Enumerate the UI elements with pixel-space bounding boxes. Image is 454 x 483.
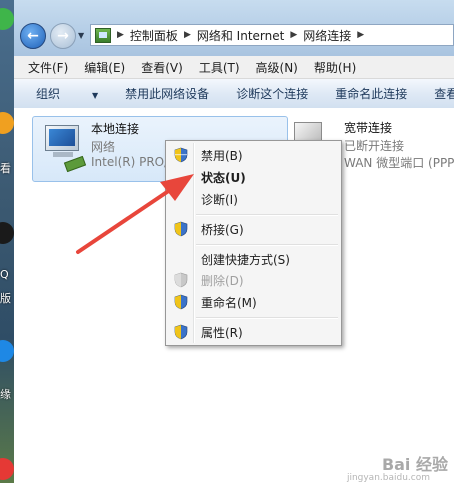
arrow-right-icon: → bbox=[57, 28, 69, 44]
desktop-icon bbox=[0, 458, 14, 480]
menu-item-diagnose[interactable]: 诊断(I) bbox=[168, 188, 339, 210]
menu-separator bbox=[196, 244, 338, 246]
desktop-label: 看 bbox=[0, 162, 11, 175]
chevron-right-icon[interactable]: ▶ bbox=[357, 30, 364, 40]
chevron-right-icon[interactable]: ▶ bbox=[117, 30, 124, 40]
menu-item-label: 删除(D) bbox=[201, 273, 244, 288]
desktop-strip: 看 Q 版 缘 bbox=[0, 0, 14, 483]
menu-edit[interactable]: 编辑(E) bbox=[84, 59, 125, 76]
connection-name: 宽带连接 bbox=[344, 121, 393, 135]
uac-shield-icon bbox=[174, 294, 188, 310]
uac-shield-icon bbox=[174, 221, 188, 237]
organize-button[interactable]: 组织 ▼ bbox=[36, 85, 98, 102]
view-status-button[interactable]: 查看此 bbox=[434, 85, 454, 102]
connection-status: 网络 bbox=[91, 140, 116, 154]
menu-item-label: 属性(R) bbox=[201, 325, 243, 340]
menu-tools[interactable]: 工具(T) bbox=[199, 59, 240, 76]
arrow-left-icon: ← bbox=[27, 28, 39, 44]
menu-item-label: 禁用(B) bbox=[201, 148, 243, 163]
breadcrumb-control-panel[interactable]: 控制面板 bbox=[130, 27, 178, 44]
desktop-icon bbox=[0, 8, 14, 30]
breadcrumb-network-connections[interactable]: 网络连接 bbox=[303, 27, 351, 44]
connection-device: WAN 微型端口 (PPP bbox=[344, 156, 454, 170]
menu-advanced[interactable]: 高级(N) bbox=[256, 59, 298, 76]
menu-help[interactable]: 帮助(H) bbox=[314, 59, 356, 76]
command-bar: 组织 ▼ 禁用此网络设备 诊断这个连接 重命名此连接 查看此 bbox=[14, 79, 454, 109]
chevron-down-icon: ▼ bbox=[92, 91, 99, 100]
uac-shield-icon bbox=[174, 147, 188, 163]
network-adapter-icon bbox=[39, 123, 89, 177]
connection-status: 已断开连接 bbox=[344, 139, 405, 153]
menu-view[interactable]: 查看(V) bbox=[141, 59, 183, 76]
menu-item-status[interactable]: 状态(U) bbox=[168, 166, 339, 188]
title-bar: ← → ▼ ▶ 控制面板 ▶ 网络和 Internet ▶ 网络连接 ▶ bbox=[14, 0, 454, 56]
disable-device-button[interactable]: 禁用此网络设备 bbox=[125, 85, 209, 102]
address-bar[interactable]: ▶ 控制面板 ▶ 网络和 Internet ▶ 网络连接 ▶ bbox=[90, 24, 454, 46]
uac-shield-icon bbox=[174, 272, 188, 288]
menu-separator bbox=[196, 317, 338, 319]
desktop-label: Q bbox=[0, 268, 9, 281]
menu-item-label: 桥接(G) bbox=[201, 222, 244, 237]
menu-separator bbox=[196, 214, 338, 216]
recent-pages-dropdown[interactable]: ▼ bbox=[78, 31, 84, 40]
back-button[interactable]: ← bbox=[20, 23, 46, 49]
menu-item-bridge[interactable]: 桥接(G) bbox=[168, 218, 339, 240]
menu-item-label: 重命名(M) bbox=[201, 295, 257, 310]
menu-file[interactable]: 文件(F) bbox=[28, 59, 68, 76]
connection-name: 本地连接 bbox=[91, 122, 140, 136]
organize-label: 组织 bbox=[36, 87, 61, 101]
desktop-label: 缘 bbox=[0, 388, 11, 401]
desktop-icon bbox=[0, 340, 14, 362]
context-menu: 禁用(B) 状态(U) 诊断(I) 桥接(G) 创建快捷方式(S) 删除(D) … bbox=[165, 140, 342, 346]
watermark-logo: Bai 经验 bbox=[381, 455, 448, 474]
chevron-right-icon[interactable]: ▶ bbox=[290, 30, 297, 40]
menu-item-label: 诊断(I) bbox=[201, 192, 238, 207]
connection-device: Intel(R) PRO/ bbox=[91, 155, 169, 169]
rename-connection-button[interactable]: 重命名此连接 bbox=[335, 85, 407, 102]
menu-item-properties[interactable]: 属性(R) bbox=[168, 321, 339, 343]
desktop-icon bbox=[0, 222, 14, 244]
desktop-icon bbox=[0, 112, 14, 134]
diagnose-connection-button[interactable]: 诊断这个连接 bbox=[236, 85, 308, 102]
watermark-url: jingyan.baidu.com bbox=[346, 473, 430, 483]
menu-item-label: 创建快捷方式(S) bbox=[201, 252, 290, 267]
chevron-right-icon[interactable]: ▶ bbox=[184, 30, 191, 40]
menu-item-create-shortcut[interactable]: 创建快捷方式(S) bbox=[168, 248, 339, 270]
menu-item-label: 状态(U) bbox=[201, 170, 246, 185]
menu-bar: 文件(F) 编辑(E) 查看(V) 工具(T) 高级(N) 帮助(H) bbox=[14, 56, 454, 79]
forward-button[interactable]: → bbox=[50, 23, 76, 49]
control-panel-icon bbox=[95, 27, 111, 43]
menu-item-delete[interactable]: 删除(D) bbox=[168, 269, 339, 291]
menu-item-rename[interactable]: 重命名(M) bbox=[168, 291, 339, 313]
desktop-label: 版 bbox=[0, 292, 11, 305]
uac-shield-icon bbox=[174, 324, 188, 340]
breadcrumb-network-internet[interactable]: 网络和 Internet bbox=[197, 27, 284, 44]
menu-item-disable[interactable]: 禁用(B) bbox=[168, 144, 339, 166]
